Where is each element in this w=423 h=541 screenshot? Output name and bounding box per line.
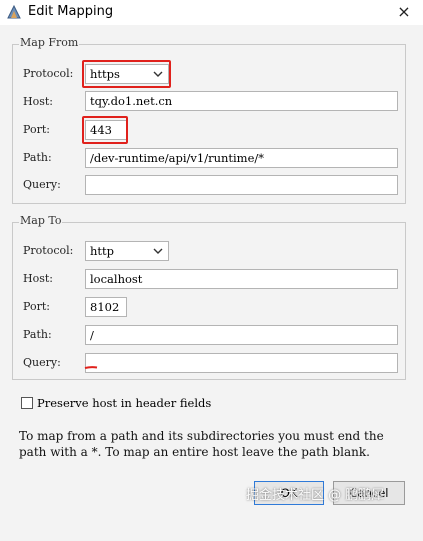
- to-path-label: Path:: [23, 328, 52, 341]
- from-path-input[interactable]: /dev-runtime/api/v1/runtime/*: [85, 148, 398, 168]
- window-title: Edit Mapping: [28, 4, 114, 19]
- app-icon: [7, 4, 21, 19]
- port-highlight-box: [82, 116, 128, 144]
- from-port-label: Port:: [23, 123, 50, 136]
- from-path-label: Path:: [23, 151, 52, 164]
- to-host-label: Host:: [23, 272, 53, 285]
- protocol-highlight-box: [82, 60, 171, 88]
- to-protocol-select[interactable]: http: [85, 241, 169, 261]
- map-to-group: Map To Protocol: http Host: localhost Po…: [12, 214, 406, 380]
- preserve-host-label: Preserve host in header fields: [37, 396, 212, 410]
- map-from-legend: Map From: [19, 36, 80, 49]
- close-button[interactable]: ×: [393, 2, 415, 22]
- from-query-label: Query:: [23, 178, 61, 191]
- to-protocol-label: Protocol:: [23, 244, 74, 257]
- to-host-input[interactable]: localhost: [85, 269, 398, 289]
- from-protocol-label: Protocol:: [23, 67, 74, 80]
- preserve-host-checkbox[interactable]: [21, 397, 33, 409]
- help-text: To map from a path and its subdirectorie…: [19, 429, 384, 459]
- from-host-input[interactable]: tqy.do1.net.cn: [85, 91, 398, 111]
- to-path-input[interactable]: /: [85, 325, 398, 345]
- from-query-input[interactable]: [85, 175, 398, 195]
- dialog-body: Map From Protocol: https Host: tqy.do1.n…: [0, 25, 423, 541]
- chevron-down-icon: [153, 248, 163, 254]
- map-from-group: Map From Protocol: https Host: tqy.do1.n…: [12, 36, 406, 204]
- path-underline-annotation: [84, 366, 98, 369]
- watermark: 掘金技术社区 @ 鹏鹏犀: [246, 488, 385, 503]
- to-query-input[interactable]: [85, 353, 398, 373]
- to-port-input[interactable]: 8102: [85, 297, 127, 317]
- to-port-label: Port:: [23, 300, 50, 313]
- map-to-legend: Map To: [19, 214, 63, 227]
- title-bar: Edit Mapping ×: [0, 0, 423, 25]
- to-query-label: Query:: [23, 356, 61, 369]
- to-protocol-value: http: [90, 244, 115, 258]
- from-host-label: Host:: [23, 95, 53, 108]
